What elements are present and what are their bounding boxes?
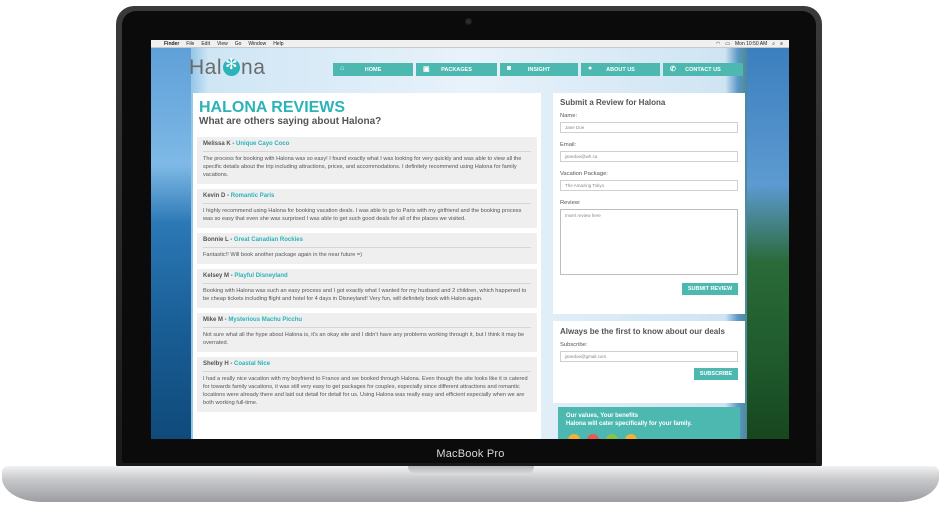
nav-home-label: HOME <box>364 66 382 73</box>
background-photo-left <box>151 48 191 439</box>
review-card: Shelby H - Coastal Nice I had a really n… <box>197 357 537 412</box>
page-subtitle: What are others saying about Halona? <box>199 116 382 127</box>
menu-edit[interactable]: Edit <box>201 41 210 47</box>
review-header: Mike M - Mysterious Machu Picchu <box>203 317 531 328</box>
review-author: Mike M <box>203 317 224 323</box>
promo-line-2: Halona will cater specifically for your … <box>566 421 692 427</box>
review-author: Melissa K <box>203 141 231 147</box>
nav-packages[interactable]: ▣ PACKAGES <box>416 63 497 76</box>
menu-view[interactable]: View <box>217 41 228 47</box>
review-package-link[interactable]: Unique Cayo Coco <box>236 141 289 147</box>
list-icon[interactable]: ≡ <box>780 41 783 47</box>
background-photo-right <box>747 48 789 439</box>
ball-decoration <box>625 434 637 439</box>
reviews-panel: HALONA REVIEWS What are others saying ab… <box>193 93 541 439</box>
subscribe-title: Always be the first to know about our de… <box>560 327 725 336</box>
promo-banner[interactable]: Our values, Your benefits Halona will ca… <box>558 407 740 439</box>
review-package-link[interactable]: Great Canadian Rockies <box>234 237 303 243</box>
camera-nav-icon: ◙ <box>507 65 512 72</box>
review-label: Review: <box>560 200 581 206</box>
review-header: Kelsey M - Playful Disneyland <box>203 273 531 284</box>
package-input[interactable]: The Amazing Tokyo <box>560 180 738 191</box>
review-header: Melissa K - Unique Cayo Coco <box>203 141 531 152</box>
promo-decoration <box>568 434 637 439</box>
review-header: Kevin D - Romantic Paris <box>203 193 531 204</box>
submit-form-title: Submit a Review for Halona <box>560 98 666 107</box>
email-label: Email: <box>560 142 577 148</box>
nav-insight[interactable]: ◙ INSIGHT <box>500 63 578 76</box>
spotlight-icon[interactable]: ⌕ <box>772 41 775 47</box>
review-package-link[interactable]: Mysterious Machu Picchu <box>228 317 302 323</box>
menubar-status: ◠ ▭ Mon 10:50 AM ⌕ ≡ <box>716 41 783 47</box>
main-nav: ⌂ HOME ▣ PACKAGES ◙ INSIGHT ● ABOUT US ✆… <box>333 63 743 76</box>
review-text: Fantastic!! Will book another package ag… <box>203 252 363 258</box>
review-card: Kelsey M - Playful Disneyland Booking wi… <box>197 269 537 308</box>
mac-menubar: Finder File Edit View Go Window Help ◠ ▭… <box>151 40 789 48</box>
review-package-link[interactable]: Romantic Paris <box>231 193 275 199</box>
ball-decoration <box>587 434 599 439</box>
promo-line-1: Our values, Your benefits <box>566 413 639 419</box>
ball-decoration <box>568 434 580 439</box>
screen: Finder File Edit View Go Window Help ◠ ▭… <box>151 40 789 439</box>
subscribe-label: Subscribe: <box>560 342 588 348</box>
model-label: MacBook Pro <box>436 448 505 460</box>
review-author: Kevin D <box>203 193 226 199</box>
email-input[interactable]: janedoe@wh.ca <box>560 151 738 162</box>
camera-icon <box>465 18 472 25</box>
menu-window[interactable]: Window <box>248 41 266 47</box>
review-card: Kevin D - Romantic Paris I highly recomm… <box>197 189 537 228</box>
home-icon: ⌂ <box>340 65 345 72</box>
review-card: Mike M - Mysterious Machu Picchu Not sur… <box>197 313 537 352</box>
person-icon: ● <box>588 65 593 72</box>
logo-flower-icon <box>223 55 241 76</box>
review-text: Booking with Halona was such an easy pro… <box>203 288 527 302</box>
page-title: HALONA REVIEWS <box>199 99 346 116</box>
ball-decoration <box>606 434 618 439</box>
submit-review-button[interactable]: SUBMIT REVIEW <box>682 283 738 295</box>
review-textarea[interactable]: Insert review here <box>560 209 738 275</box>
subscribe-button[interactable]: SUBSCRIBE <box>694 368 738 380</box>
wifi-icon[interactable]: ◠ <box>716 41 720 47</box>
review-text: I highly recommend using Halona for book… <box>203 208 522 222</box>
subscribe-email-input[interactable]: janedoe@gmail.com <box>560 351 738 362</box>
review-header: Bonnie L - Great Canadian Rockies <box>203 237 531 248</box>
logo-text-left: Hal <box>189 56 223 79</box>
review-card: Bonnie L - Great Canadian Rockies Fantas… <box>197 233 537 264</box>
nav-about-label: ABOUT US <box>606 66 635 73</box>
subscribe-form: Always be the first to know about our de… <box>553 321 745 403</box>
submit-review-form: Submit a Review for Halona Name: Jane Do… <box>553 93 745 314</box>
nav-packages-label: PACKAGES <box>441 66 472 73</box>
package-label: Vacation Package: <box>560 171 608 177</box>
review-card: Melissa K - Unique Cayo Coco The process… <box>197 137 537 184</box>
logo-text-right: na <box>241 56 266 79</box>
battery-icon[interactable]: ▭ <box>725 41 730 47</box>
review-text: The process for booking with Halona was … <box>203 156 522 178</box>
review-author: Kelsey M <box>203 273 230 279</box>
nav-insight-label: INSIGHT <box>527 66 551 73</box>
suitcase-icon: ▣ <box>423 66 430 73</box>
laptop-mockup: MacBook Pro Finder File Edit View Go Win… <box>0 0 941 511</box>
review-package-link[interactable]: Playful Disneyland <box>234 273 287 279</box>
review-header: Shelby H - Coastal Nice <box>203 361 531 372</box>
name-label: Name: <box>560 113 578 119</box>
review-author: Bonnie L <box>203 237 229 243</box>
menu-go[interactable]: Go <box>235 41 242 47</box>
nav-contact-label: CONTACT US <box>685 66 721 73</box>
review-text: I had a really nice vacation with my boy… <box>203 376 528 406</box>
laptop-notch <box>408 466 534 475</box>
nav-home[interactable]: ⌂ HOME <box>333 63 413 76</box>
review-author: Shelby H <box>203 361 229 367</box>
menu-file[interactable]: File <box>186 41 194 47</box>
menu-help[interactable]: Help <box>273 41 283 47</box>
review-text: Not sure what all the hype about Halona … <box>203 332 525 346</box>
phone-icon: ✆ <box>670 66 676 73</box>
review-package-link[interactable]: Coastal Nice <box>234 361 270 367</box>
nav-contact[interactable]: ✆ CONTACT US <box>663 63 743 76</box>
halona-logo[interactable]: Halna <box>189 55 266 80</box>
nav-about[interactable]: ● ABOUT US <box>581 63 660 76</box>
clock[interactable]: Mon 10:50 AM <box>735 41 767 47</box>
menu-finder[interactable]: Finder <box>164 41 179 47</box>
name-input[interactable]: Jane Doe <box>560 122 738 133</box>
